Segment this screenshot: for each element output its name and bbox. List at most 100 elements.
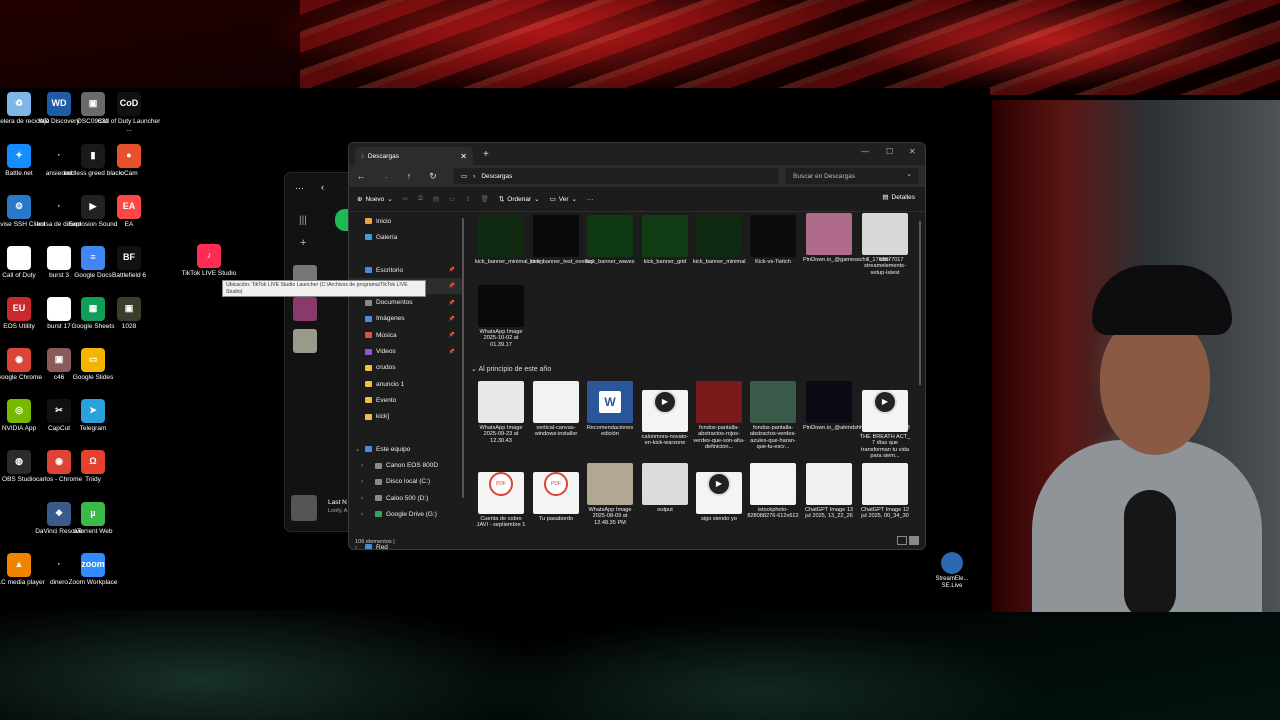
desktop-icon[interactable]: ▭ Google Slides bbox=[61, 348, 125, 382]
chevron-right-icon[interactable]: › bbox=[361, 478, 363, 485]
close-tab-icon[interactable]: ✕ bbox=[460, 152, 467, 161]
desktop-icon[interactable]: ♪ TikTok LIVE Studio bbox=[177, 244, 241, 278]
desktop-icon[interactable]: zoom Zoom Workplace bbox=[61, 553, 125, 587]
up-icon[interactable]: ↑ bbox=[397, 171, 421, 181]
address-bar[interactable]: ▭ › Descargas bbox=[453, 168, 779, 184]
file-item[interactable]: PDF Cuenta de cobro JAVI - septiembre 1 bbox=[475, 463, 527, 529]
view-button[interactable]: ▭ Ver ⌄ bbox=[550, 195, 577, 204]
file-item[interactable]: ▶ caloomora-novato-en-kick-warzone bbox=[639, 381, 691, 447]
file-item[interactable]: W Recomendaciones edición bbox=[584, 381, 636, 438]
back-icon[interactable]: ← bbox=[349, 171, 373, 181]
command-bar: ⊕ Nuevo ⌄ ✂ ⧉ ▤ ▭ ⇪ 🗑 ⇅ Ordenar ⌄ ▭ Ver ⌄ ··· … bbox=[349, 187, 925, 212]
sidebar-item[interactable]: › Google Drive (G:) bbox=[349, 506, 463, 522]
file-item[interactable]: WhatsApp Image 2025-09-23 at 12.30.43 bbox=[475, 381, 527, 444]
file-item[interactable]: PDF Tu pasabordo bbox=[530, 463, 582, 522]
sidebar-item[interactable]: Escritorio 📌 bbox=[349, 262, 463, 278]
file-item[interactable]: kick_banner_minimal_neon bbox=[475, 215, 543, 265]
file-item[interactable]: kick_banner_minimal bbox=[693, 215, 746, 265]
chevron-right-icon[interactable]: › bbox=[361, 462, 363, 469]
spotify-window[interactable]: ··· ‹ ||| + Last N Loofy, A bbox=[284, 172, 352, 532]
file-item[interactable]: fondos-pantalla-abstractos-verdes-azules… bbox=[747, 381, 799, 451]
section-label: Al principio de este año bbox=[478, 366, 552, 373]
file-item[interactable]: Kick-vs-Twitch bbox=[747, 215, 799, 265]
file-item[interactable]: kick_banner_waves bbox=[584, 215, 636, 265]
sidebar-item[interactable]: › Disco local (C:) bbox=[349, 474, 463, 490]
cut-icon[interactable]: ✂ bbox=[403, 195, 408, 203]
file-item[interactable]: output bbox=[639, 463, 691, 513]
share-icon[interactable]: ⇪ bbox=[465, 195, 470, 203]
file-item[interactable]: ▶ THE BREATH ACT_ 7 días que transforman … bbox=[859, 381, 911, 460]
streamelements-desktop-icon[interactable]: StreamEle... SE.Live bbox=[934, 552, 970, 590]
file-item[interactable]: kick_banner_text_overlay bbox=[530, 215, 593, 265]
forward-icon[interactable]: → bbox=[373, 171, 397, 181]
desktop-icon[interactable]: CoD Call of Duty Launcher ... bbox=[97, 92, 161, 133]
maximize-icon[interactable]: ☐ bbox=[886, 147, 893, 156]
desktop-icon[interactable]: ● oCam bbox=[97, 144, 161, 178]
more-button[interactable]: ··· bbox=[587, 196, 594, 203]
add-icon[interactable]: + bbox=[300, 237, 306, 249]
back-icon[interactable]: ‹ bbox=[321, 182, 324, 192]
file-item[interactable]: WhatsApp Image 2025-08-09 at 12.48.35 PM bbox=[584, 463, 636, 526]
playlist-cover[interactable] bbox=[293, 329, 317, 353]
delete-icon[interactable]: 🗑 bbox=[481, 195, 489, 203]
minimize-icon[interactable]: — bbox=[861, 147, 869, 156]
paste-icon[interactable]: ▤ bbox=[433, 195, 439, 203]
new-button[interactable]: ⊕ Nuevo ⌄ bbox=[357, 195, 393, 204]
file-item[interactable]: ChatGPT Image 12 jul 2025, 00_34_30 bbox=[859, 463, 911, 520]
sidebar-item[interactable]: Imágenes 📌 bbox=[349, 311, 463, 327]
sidebar-item[interactable]: kick] bbox=[349, 409, 463, 425]
chevron-down-icon[interactable]: ⌄ bbox=[355, 445, 360, 453]
sidebar-item[interactable]: Galería bbox=[349, 229, 463, 245]
file-item[interactable]: ▶ sigo siendo yo bbox=[693, 463, 745, 522]
sidebar-item[interactable]: Inicio bbox=[349, 213, 463, 229]
file-item[interactable]: ChatGPT Image 13 jul 2025, 13_22_26 bbox=[803, 463, 855, 520]
details-view-icon[interactable] bbox=[897, 536, 907, 545]
rename-icon[interactable]: ▭ bbox=[449, 195, 455, 203]
sidebar-item[interactable]: ⌄ Este equipo bbox=[349, 441, 463, 457]
chevron-right-icon[interactable]: › bbox=[361, 511, 363, 518]
sidebar-item[interactable]: › Caloo 500 (D:) bbox=[349, 490, 463, 506]
now-playing-title[interactable]: Last N bbox=[328, 499, 347, 506]
desktop-icon[interactable]: ▣ 1028 bbox=[97, 297, 161, 331]
search-input[interactable]: Buscar en Descargas ⌕ bbox=[785, 168, 919, 184]
new-tab-icon[interactable]: + bbox=[483, 149, 489, 160]
file-item[interactable]: vertical-canvas-windows-installer bbox=[530, 381, 582, 438]
file-item[interactable]: istockphoto-828088276-612x612 bbox=[747, 463, 799, 520]
refresh-icon[interactable]: ↻ bbox=[421, 171, 445, 182]
sidebar-item[interactable]: Videos 📌 bbox=[349, 343, 463, 359]
file-name: WhatsApp Image 2025-08-09 at 12.48.35 PM bbox=[588, 507, 632, 526]
file-explorer-window[interactable]: ⤓ Descargas ✕ + — ☐ ✕ ← → ↑ ↻ ▭ › Descar… bbox=[348, 142, 926, 550]
file-thumbnail: PDF bbox=[478, 472, 524, 514]
playlist-cover[interactable] bbox=[293, 297, 317, 321]
file-item[interactable]: PinDown.io_@gamesschill_1760877017 bbox=[803, 213, 904, 263]
file-item[interactable]: obs-streamelements-setup-latest bbox=[859, 213, 911, 276]
sort-button[interactable]: ⇅ Ordenar ⌄ bbox=[499, 195, 540, 204]
file-item[interactable]: PinDown.io_@ahmdshhd649_1758135728 bbox=[803, 381, 910, 431]
details-button[interactable]: ▤ Detalles bbox=[882, 193, 915, 202]
file-item[interactable]: fondos-pantalla-abstractos-rojos-verdes-… bbox=[693, 381, 745, 451]
desktop-icon[interactable]: BF Battlefield 6 bbox=[97, 246, 161, 280]
chevron-right-icon[interactable]: › bbox=[361, 495, 363, 502]
sidebar-item[interactable]: Música 📌 bbox=[349, 327, 463, 343]
sidebar-item[interactable]: anuncio 1 bbox=[349, 376, 463, 392]
now-playing-cover[interactable] bbox=[291, 495, 317, 521]
file-item[interactable]: kick_banner_grid bbox=[639, 215, 691, 265]
sidebar-item[interactable]: crudos bbox=[349, 360, 463, 376]
desktop-icon[interactable]: µ uTorrent Web bbox=[61, 502, 125, 536]
library-icon[interactable]: ||| bbox=[299, 215, 307, 226]
copy-icon[interactable]: ⧉ bbox=[418, 195, 423, 203]
tab-descargas[interactable]: ⤓ Descargas ✕ bbox=[355, 147, 473, 165]
sidebar-scrollbar[interactable] bbox=[462, 218, 464, 498]
desktop-icon[interactable]: Ω Triidy bbox=[61, 450, 125, 484]
close-window-icon[interactable]: ✕ bbox=[909, 147, 916, 156]
sidebar-item[interactable]: Evento bbox=[349, 392, 463, 408]
desktop-icon[interactable]: ➤ Telegram bbox=[61, 399, 125, 433]
file-item[interactable]: WhatsApp Image 2025-10-02 at 01.39.17 bbox=[475, 285, 527, 348]
desktop-icon[interactable]: EA EA bbox=[97, 195, 161, 229]
tiles-view-icon[interactable] bbox=[909, 536, 919, 545]
now-playing-artist[interactable]: Loofy, A bbox=[328, 508, 347, 514]
more-icon[interactable]: ··· bbox=[295, 183, 304, 193]
section-header[interactable]: ⌄ Al principio de este año bbox=[471, 365, 551, 373]
sidebar-item[interactable]: › Canon EOS 800D bbox=[349, 457, 463, 473]
content-scrollbar[interactable] bbox=[919, 221, 921, 385]
